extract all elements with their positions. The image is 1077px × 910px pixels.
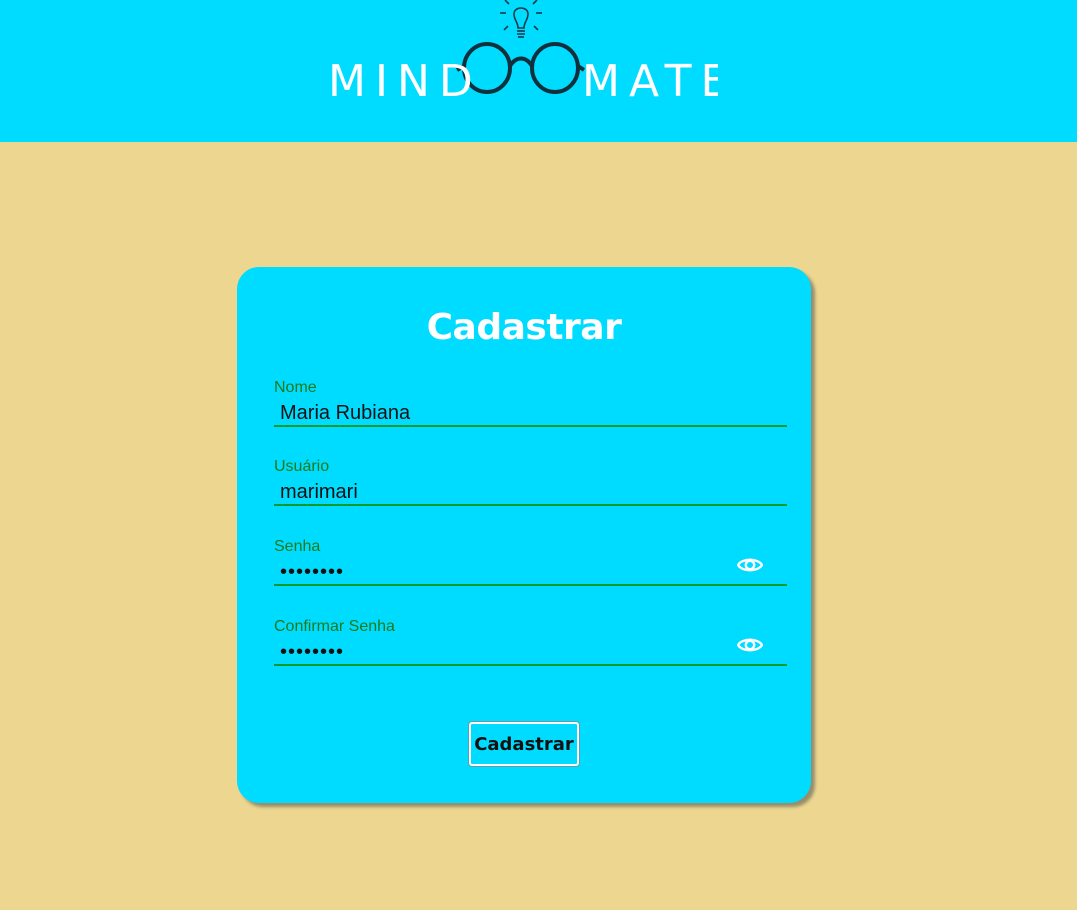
confirm-password-input[interactable] bbox=[280, 640, 720, 664]
name-label: Nome bbox=[274, 379, 317, 396]
password-label: Senha bbox=[274, 538, 321, 555]
mindmate-logo: MIND MATE bbox=[326, 0, 718, 110]
logo-text-left: MIND bbox=[328, 56, 482, 107]
name-input[interactable] bbox=[280, 401, 720, 425]
username-input[interactable] bbox=[280, 480, 720, 504]
confirm-password-field[interactable]: Confirmar Senha bbox=[274, 618, 787, 666]
eye-icon[interactable] bbox=[737, 635, 763, 655]
password-input[interactable] bbox=[280, 560, 720, 584]
lightbulb-icon bbox=[500, 0, 542, 38]
signup-card: Cadastrar Nome Usuário Senha Confirmar S… bbox=[237, 267, 811, 803]
username-field[interactable]: Usuário bbox=[274, 458, 787, 506]
password-field[interactable]: Senha bbox=[274, 538, 787, 586]
username-label: Usuário bbox=[274, 458, 330, 475]
form-title: Cadastrar bbox=[426, 307, 622, 348]
cadastrar-button[interactable]: Cadastrar bbox=[469, 722, 579, 766]
app-header: MIND MATE bbox=[0, 0, 1077, 142]
name-field[interactable]: Nome bbox=[274, 379, 787, 427]
eye-icon[interactable] bbox=[737, 555, 763, 575]
logo-text-right: MATE bbox=[582, 56, 718, 107]
confirm-password-label: Confirmar Senha bbox=[274, 618, 395, 635]
